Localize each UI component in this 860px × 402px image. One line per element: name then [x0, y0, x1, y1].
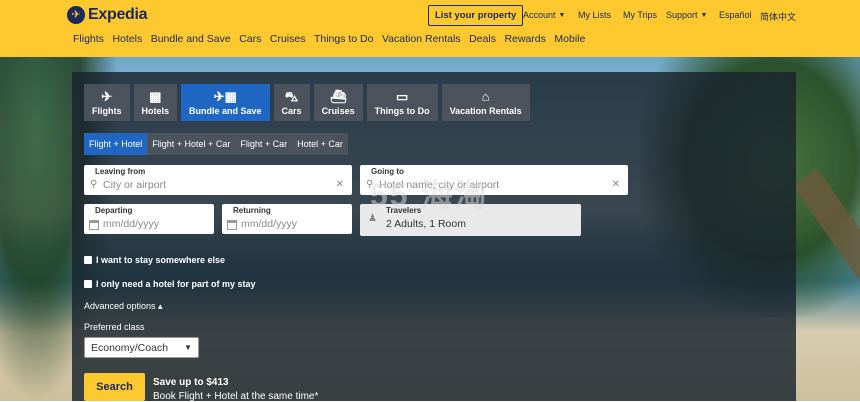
- preferred-class-value: Economy/Coach: [91, 341, 169, 354]
- chevron-down-icon: ▼: [558, 11, 566, 19]
- support-menu[interactable]: Support ▼: [666, 10, 707, 20]
- location-pin-icon: ⚲: [90, 179, 98, 190]
- tab-vacation-rentals[interactable]: ⌂ Vacation Rentals: [441, 84, 530, 121]
- departing-input[interactable]: mm/dd/yyyy: [103, 218, 159, 230]
- top-header: ✈ Expedia List your property Account ▼ My…: [0, 0, 860, 57]
- subtab-hotel-car[interactable]: Hotel + Car: [292, 133, 348, 155]
- stay-elsewhere-label: I want to stay somewhere else: [96, 255, 226, 265]
- travelers-value: 2 Adults, 1 Room: [386, 218, 466, 230]
- checkbox-box[interactable]: [84, 280, 92, 288]
- tab-things-to-do[interactable]: ▭ Things to Do: [366, 84, 438, 121]
- returning-field[interactable]: Returning mm/dd/yyyy: [222, 204, 352, 234]
- tab-hotels-label: Hotels: [141, 105, 170, 116]
- checkbox-box[interactable]: [84, 256, 92, 264]
- subtab-flight-car[interactable]: Flight + Car: [235, 133, 292, 155]
- clear-icon[interactable]: ✕: [612, 179, 620, 190]
- nav-cruises[interactable]: Cruises: [270, 33, 306, 45]
- nav-bundle-and-save[interactable]: Bundle and Save: [151, 33, 231, 45]
- expedia-logo[interactable]: ✈ Expedia: [67, 6, 148, 24]
- hotel-part-checkbox[interactable]: I only need a hotel for part of my stay: [84, 279, 256, 289]
- nav-deals[interactable]: Deals: [469, 33, 496, 45]
- my-trips-link[interactable]: My Trips: [623, 10, 657, 20]
- nav-things-to-do[interactable]: Things to Do: [314, 33, 374, 45]
- product-tabs: ✈ Flights ▦ Hotels ✈▦ Bundle and Save ⛍ Cars…: [84, 84, 530, 121]
- house-icon: ⌂: [481, 88, 490, 104]
- stay-elsewhere-checkbox[interactable]: I want to stay somewhere else: [84, 255, 225, 265]
- nav-mobile[interactable]: Mobile: [554, 33, 585, 45]
- tab-cruises[interactable]: ⛴ Cruises: [313, 84, 363, 121]
- bundle-icon: ✈▦: [213, 88, 237, 104]
- car-icon: ⛍: [284, 88, 299, 104]
- advanced-options-toggle[interactable]: Advanced options ▴: [84, 301, 163, 312]
- nav-rewards[interactable]: Rewards: [504, 33, 545, 45]
- tab-flights-label: Flights: [92, 105, 122, 116]
- promo-subtitle: Book Flight + Hotel at the same time*: [153, 391, 319, 402]
- calendar-icon: [227, 220, 237, 230]
- calendar-icon: [89, 220, 99, 230]
- tab-rentals-label: Vacation Rentals: [449, 105, 522, 116]
- tab-things-label: Things to Do: [374, 105, 430, 116]
- clear-icon[interactable]: ✕: [336, 179, 344, 190]
- hotel-part-label: I only need a hotel for part of my stay: [96, 279, 256, 289]
- tab-cars-label: Cars: [281, 105, 302, 116]
- plane-icon: ✈: [101, 88, 113, 104]
- preferred-class-select[interactable]: Economy/Coach ▼: [84, 337, 199, 358]
- building-icon: ▦: [149, 88, 162, 104]
- account-menu[interactable]: Account ▼: [523, 10, 565, 20]
- preferred-class-label: Preferred class: [84, 322, 145, 332]
- returning-label: Returning: [233, 206, 271, 215]
- promo-title: Save up to $413: [153, 377, 229, 388]
- returning-input[interactable]: mm/dd/yyyy: [241, 218, 297, 230]
- ship-icon: ⛴: [329, 88, 347, 104]
- chevron-down-icon: ▼: [700, 11, 708, 19]
- tab-cars[interactable]: ⛍ Cars: [273, 84, 310, 121]
- bundle-subtabs: Flight + Hotel Flight + Hotel + Car Flig…: [84, 133, 348, 155]
- nav-hotels[interactable]: Hotels: [112, 33, 142, 45]
- subtab-flight-hotel[interactable]: Flight + Hotel: [84, 133, 148, 155]
- departing-label: Departing: [95, 206, 133, 215]
- language-chinese-link[interactable]: 简体中文: [760, 10, 796, 23]
- leaving-from-label: Leaving from: [95, 167, 146, 176]
- search-button[interactable]: Search: [84, 373, 145, 401]
- my-lists-link[interactable]: My Lists: [578, 10, 611, 20]
- nav-cars[interactable]: Cars: [239, 33, 261, 45]
- subtab-flight-hotel-car[interactable]: Flight + Hotel + Car: [147, 133, 235, 155]
- plane-globe-icon: ✈: [67, 6, 85, 24]
- nav-vacation-rentals[interactable]: Vacation Rentals: [382, 33, 461, 45]
- departing-field[interactable]: Departing mm/dd/yyyy: [84, 204, 214, 234]
- brand-name: Expedia: [88, 6, 148, 23]
- chevron-down-icon: ▼: [184, 343, 192, 352]
- watermark-text: 55 海淘: [370, 177, 489, 213]
- main-nav: Flights Hotels Bundle and Save Cars Crui…: [73, 33, 594, 45]
- ticket-icon: ▭: [395, 88, 409, 104]
- tab-cruises-label: Cruises: [321, 105, 355, 116]
- support-label: Support: [666, 10, 698, 20]
- nav-flights[interactable]: Flights: [73, 33, 104, 45]
- leaving-from-input[interactable]: City or airport: [103, 179, 166, 191]
- account-label: Account: [523, 10, 556, 20]
- tab-bundle-and-save[interactable]: ✈▦ Bundle and Save: [181, 84, 270, 121]
- leaving-from-field[interactable]: Leaving from ⚲ City or airport ✕: [84, 165, 352, 195]
- list-property-button[interactable]: List your property: [428, 5, 524, 26]
- tab-bundle-label: Bundle and Save: [189, 105, 262, 116]
- tab-hotels[interactable]: ▦ Hotels: [133, 84, 178, 121]
- language-espanol-link[interactable]: Español: [719, 10, 752, 20]
- tab-flights[interactable]: ✈ Flights: [84, 84, 130, 121]
